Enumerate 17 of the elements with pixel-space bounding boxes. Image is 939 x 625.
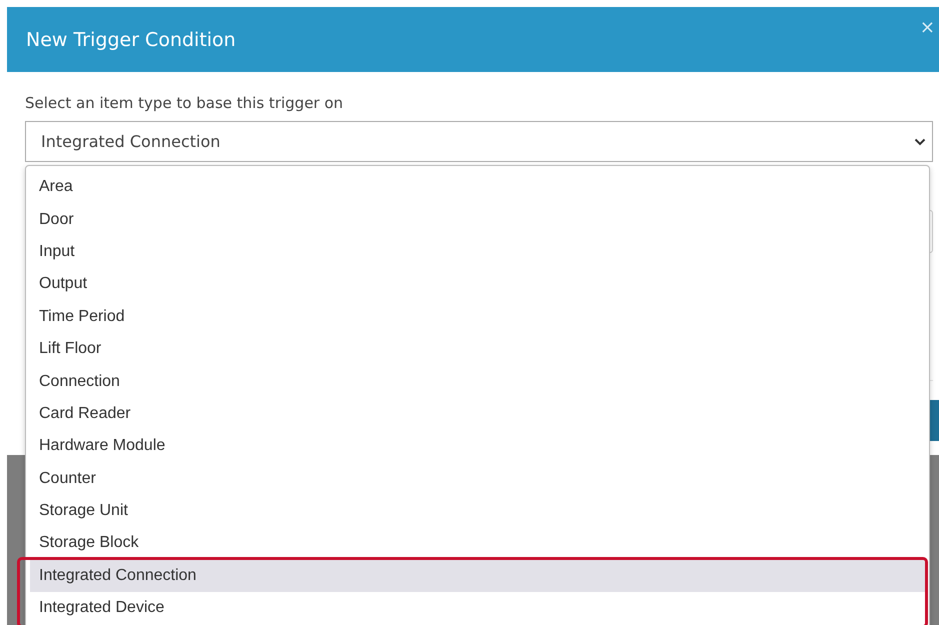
dropdown-option[interactable]: Time Period: [30, 300, 925, 333]
dropdown-option[interactable]: Hardware Module: [30, 430, 925, 463]
dropdown-option[interactable]: Integrated Connection: [30, 560, 925, 592]
dropdown-option[interactable]: Counter: [30, 462, 925, 495]
dropdown-option[interactable]: Card Reader: [30, 398, 925, 430]
dropdown-option[interactable]: Lift Floor: [30, 332, 925, 366]
dropdown-option[interactable]: Output: [30, 268, 925, 301]
dropdown-option[interactable]: Storage Unit: [30, 494, 925, 528]
dialog-title: New Trigger Condition: [26, 28, 236, 50]
item-type-select[interactable]: Integrated Connection: [25, 121, 933, 162]
dropdown-option[interactable]: Input: [30, 236, 925, 268]
field-label: Select an item type to base this trigger on: [25, 94, 344, 112]
chevron-down-icon: [914, 138, 926, 146]
dropdown-option[interactable]: Connection: [30, 365, 925, 398]
dropdown-option[interactable]: Door: [30, 203, 925, 236]
dropdown-option[interactable]: Storage Block: [30, 527, 925, 560]
dropdown-option[interactable]: Area: [30, 171, 925, 204]
